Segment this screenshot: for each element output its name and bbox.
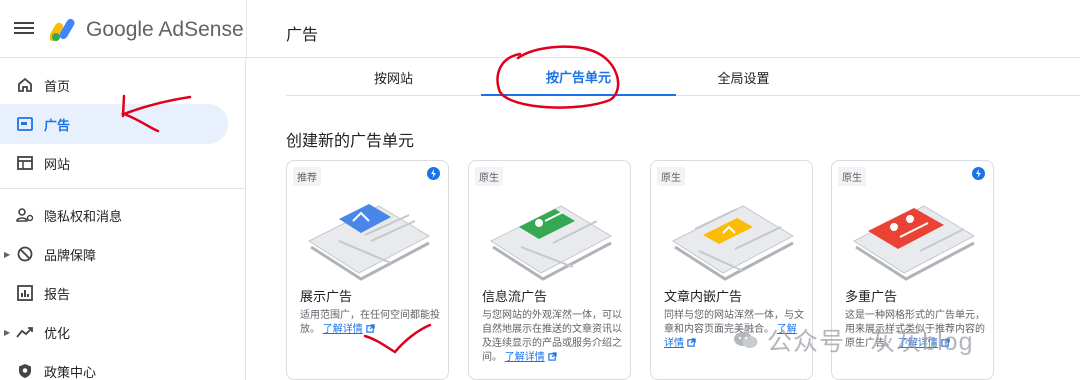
card-badge: 原生 xyxy=(838,167,866,186)
card-description: 与您网站的外观浑然一体，可以自然地展示在推送的文章资讯以及连续显示的产品或服务介… xyxy=(482,309,622,365)
sidebar-item-ads[interactable]: 广告 xyxy=(0,104,228,144)
expand-caret-icon[interactable]: ▶ xyxy=(4,250,10,259)
card-title: 展示广告 xyxy=(300,289,353,304)
card-title: 文章内嵌广告 xyxy=(664,289,743,304)
sidebar-item-label: 广告 xyxy=(44,117,71,133)
sidebar-item-label: 优化 xyxy=(44,325,71,341)
sidebar: 首页 广告 网站 隐私权和消息 ▶ 品牌保障 报告 ▶ 优化 政策中心 xyxy=(0,58,246,380)
page-title: 广告 xyxy=(286,27,319,44)
external-link-icon xyxy=(687,338,696,347)
ads-icon xyxy=(16,115,34,133)
home-icon xyxy=(16,76,34,94)
hamburger-menu-icon[interactable] xyxy=(14,19,34,39)
sidebar-item-label: 品牌保障 xyxy=(44,247,97,263)
reports-icon xyxy=(16,284,34,302)
watermark: 公众号 · 灰灰blog xyxy=(733,322,973,358)
block-icon xyxy=(16,245,34,263)
privacy-icon xyxy=(16,206,34,224)
top-bar: Google AdSense 广告 xyxy=(0,0,1080,58)
adsense-logo-icon xyxy=(50,18,75,42)
optimize-icon xyxy=(16,323,34,341)
auto-ads-bolt-icon xyxy=(972,167,985,180)
divider xyxy=(246,0,247,58)
sidebar-item-optimize[interactable]: ▶ 优化 xyxy=(0,312,228,352)
sidebar-item-label: 隐私权和消息 xyxy=(44,208,123,224)
section-title: 创建新的广告单元 xyxy=(286,133,415,150)
card-badge: 原生 xyxy=(475,167,503,186)
sidebar-item-reports[interactable]: 报告 xyxy=(0,273,228,313)
tab-bar: 按网站 按广告单元 全局设置 xyxy=(286,58,1080,96)
display-ad-illustration-icon xyxy=(307,204,431,281)
ad-type-card-display[interactable]: 推荐 展示广告 适用范围广，在任何空间都能投放。 了解详情 xyxy=(286,160,449,380)
sidebar-item-label: 首页 xyxy=(44,78,71,94)
in-feed-ad-illustration-icon xyxy=(489,205,613,281)
external-link-icon xyxy=(366,324,375,333)
card-badge: 原生 xyxy=(657,167,685,186)
multiplex-ad-illustration-icon xyxy=(852,205,976,281)
sidebar-item-label: 政策中心 xyxy=(44,364,97,380)
sidebar-item-label: 网站 xyxy=(44,156,71,172)
watermark-text: 公众号 · 灰灰blog xyxy=(767,328,974,356)
in-article-ad-illustration-icon xyxy=(671,205,795,281)
policy-icon xyxy=(16,362,34,380)
learn-more-link[interactable]: 了解详情 xyxy=(505,352,545,363)
ad-type-card-in-feed[interactable]: 原生 信息流广告 与您网站的外观浑然一体，可以自然地展示在推送的文章资讯以及连续… xyxy=(468,160,631,380)
brand-name[interactable]: Google AdSense xyxy=(86,18,244,42)
card-title: 多重广告 xyxy=(845,289,898,304)
sidebar-item-brand-safety[interactable]: ▶ 品牌保障 xyxy=(0,234,228,274)
sidebar-item-policy-center[interactable]: 政策中心 xyxy=(0,351,228,380)
auto-ads-bolt-icon xyxy=(427,167,440,180)
sidebar-item-label: 报告 xyxy=(44,286,71,302)
learn-more-link[interactable]: 了解详情 xyxy=(323,324,363,335)
sites-icon xyxy=(16,154,34,172)
external-link-icon xyxy=(548,352,557,361)
card-badge: 推荐 xyxy=(293,167,321,186)
tab-by-site[interactable]: 按网站 xyxy=(296,58,491,96)
sidebar-item-sites[interactable]: 网站 xyxy=(0,143,228,183)
sidebar-item-privacy[interactable]: 隐私权和消息 xyxy=(0,195,228,235)
tab-global-settings[interactable]: 全局设置 xyxy=(646,58,841,96)
wechat-icon xyxy=(734,332,758,348)
expand-caret-icon[interactable]: ▶ xyxy=(4,328,10,337)
divider xyxy=(0,188,246,189)
card-title: 信息流广告 xyxy=(482,289,548,304)
card-description: 适用范围广，在任何空间都能投放。 了解详情 xyxy=(300,309,440,337)
sidebar-item-home[interactable]: 首页 xyxy=(0,65,228,105)
